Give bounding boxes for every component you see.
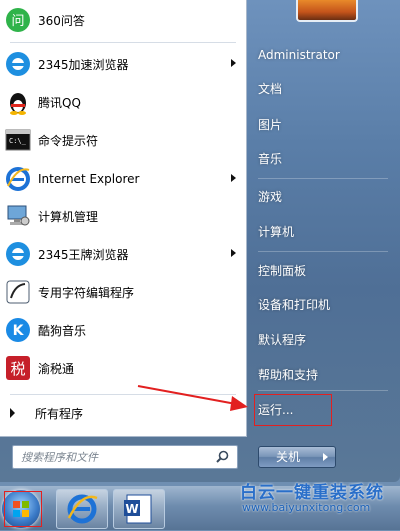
- pictures-link[interactable]: 图片: [258, 110, 388, 140]
- qq-penguin-icon: [4, 88, 32, 116]
- all-programs-button[interactable]: 所有程序: [0, 398, 242, 428]
- internet-explorer-icon: [57, 494, 107, 531]
- program-private-character-editor[interactable]: 专用字符编辑程序: [4, 276, 242, 308]
- svg-text:问: 问: [11, 14, 24, 29]
- all-programs-arrow-icon: [10, 408, 15, 418]
- default-programs-link[interactable]: 默认程序: [258, 325, 388, 355]
- 2345-browser-icon: [4, 240, 32, 268]
- user-folder-link[interactable]: Administrator: [258, 40, 388, 70]
- watermark-title: 白云一键重装系统: [240, 483, 384, 503]
- run-highlight-box: [254, 394, 332, 426]
- help-support-link[interactable]: 帮助和支持: [258, 360, 388, 390]
- svg-text:税: 税: [10, 360, 25, 378]
- 360-wenda-icon: 问: [4, 6, 32, 34]
- program-2345-browser[interactable]: 2345加速浏览器: [4, 48, 242, 80]
- submenu-arrow-icon[interactable]: [231, 174, 236, 182]
- devices-printers-link[interactable]: 设备和打印机: [258, 290, 388, 320]
- games-link[interactable]: 游戏: [258, 182, 388, 212]
- svg-text:K: K: [13, 323, 25, 339]
- search-icon[interactable]: [216, 450, 229, 466]
- program-label: 360问答: [38, 13, 85, 28]
- user-picture[interactable]: [296, 0, 358, 22]
- program-label: 计算机管理: [38, 209, 99, 224]
- taskbar-word-button[interactable]: W: [113, 489, 165, 529]
- control-panel-link[interactable]: 控制面板: [258, 256, 388, 286]
- svg-text:W: W: [125, 502, 138, 516]
- program-yushuitong[interactable]: 税 渝税通: [4, 352, 242, 384]
- svg-text:C:\_: C:\_: [9, 137, 27, 145]
- watermark-url: www.baiyunxitong.com: [242, 501, 371, 514]
- music-link[interactable]: 音乐: [258, 144, 388, 174]
- documents-link[interactable]: 文档: [258, 74, 388, 104]
- kugou-music-icon: K: [4, 316, 32, 344]
- pinned-divider: [10, 42, 236, 43]
- program-qq[interactable]: 腾讯QQ: [4, 86, 242, 118]
- private-character-editor-icon: [4, 278, 32, 306]
- program-command-prompt[interactable]: C:\_ 命令提示符: [4, 124, 242, 156]
- start-orb-highlight-box: [4, 491, 42, 527]
- right-divider: [258, 251, 388, 252]
- program-2345-ace-browser[interactable]: 2345王牌浏览器: [4, 238, 242, 270]
- search-input[interactable]: [19, 449, 213, 465]
- internet-explorer-icon: [4, 165, 32, 193]
- program-label: Internet Explorer: [38, 172, 140, 186]
- command-prompt-icon: C:\_: [4, 126, 32, 154]
- submenu-arrow-icon[interactable]: [231, 59, 236, 67]
- right-divider: [258, 390, 388, 391]
- shutdown-options-arrow-icon[interactable]: [317, 446, 336, 468]
- program-label: 渝税通: [38, 361, 75, 376]
- program-computer-management[interactable]: 计算机管理: [4, 200, 242, 232]
- program-internet-explorer[interactable]: Internet Explorer: [4, 163, 242, 195]
- all-programs-label: 所有程序: [35, 406, 84, 421]
- yushuitong-icon: 税: [4, 354, 32, 382]
- program-label: 酷狗音乐: [38, 323, 87, 338]
- program-label: 2345加速浏览器: [38, 57, 129, 72]
- program-label: 腾讯QQ: [38, 95, 81, 110]
- 2345-browser-icon: [4, 50, 32, 78]
- program-label: 2345王牌浏览器: [38, 247, 129, 262]
- all-programs-divider: [10, 394, 236, 395]
- word-document-icon: W: [114, 494, 164, 531]
- computer-link[interactable]: 计算机: [258, 217, 388, 247]
- shutdown-button[interactable]: 关机: [258, 446, 318, 468]
- submenu-arrow-icon[interactable]: [231, 249, 236, 257]
- right-divider: [258, 178, 388, 179]
- taskbar-ie-button[interactable]: [56, 489, 108, 529]
- program-label: 命令提示符: [38, 133, 99, 148]
- search-box[interactable]: [12, 445, 238, 469]
- computer-management-icon: [4, 202, 32, 230]
- programs-pane: 问 360问答 2345加速浏览器 腾讯QQ C:\_ 命令提示符 Intern…: [0, 0, 247, 437]
- program-360-wenda[interactable]: 问 360问答: [4, 4, 242, 36]
- program-label: 专用字符编辑程序: [38, 285, 135, 300]
- program-kugou-music[interactable]: K 酷狗音乐: [4, 314, 242, 346]
